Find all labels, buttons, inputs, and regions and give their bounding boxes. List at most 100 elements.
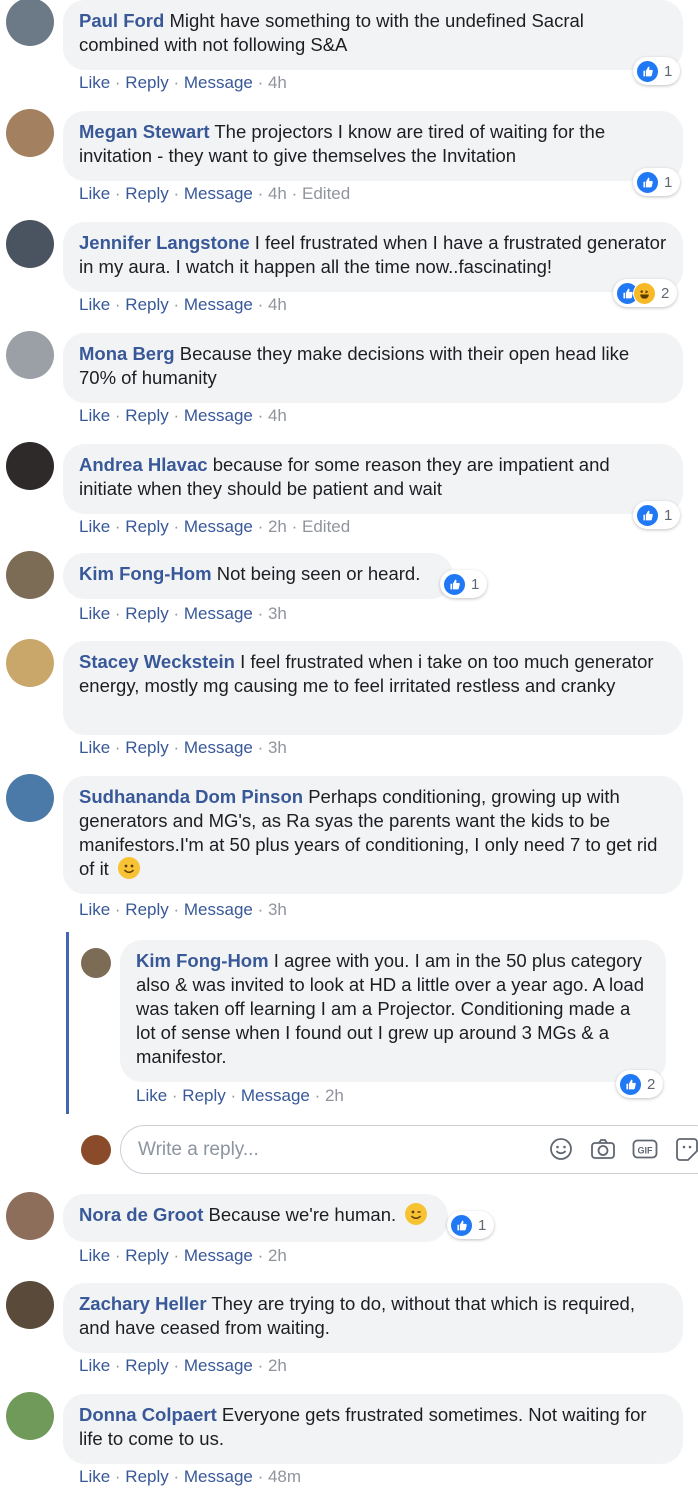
reply-link[interactable]: Reply xyxy=(125,184,168,203)
author-name[interactable]: Zachary Heller xyxy=(79,1293,207,1314)
separator: · xyxy=(168,604,184,623)
like-link[interactable]: Like xyxy=(79,517,110,536)
timestamp[interactable]: 4h xyxy=(268,295,287,314)
reaction-number: 1 xyxy=(664,506,673,524)
reply-link[interactable]: Reply xyxy=(125,1467,168,1486)
timestamp[interactable]: 3h xyxy=(268,604,287,623)
avatar[interactable] xyxy=(6,220,54,268)
message-link[interactable]: Message xyxy=(184,517,253,536)
like-link[interactable]: Like xyxy=(79,900,110,919)
message-link[interactable]: Message xyxy=(184,604,253,623)
message-link[interactable]: Message xyxy=(184,73,253,92)
timestamp[interactable]: 4h xyxy=(268,73,287,92)
timestamp[interactable]: 3h xyxy=(268,900,287,919)
author-name[interactable]: Megan Stewart xyxy=(79,121,210,142)
avatar[interactable] xyxy=(6,1192,54,1240)
reply-link[interactable]: Reply xyxy=(125,73,168,92)
timestamp[interactable]: 2h xyxy=(268,517,287,536)
timestamp[interactable]: 3h xyxy=(268,738,287,757)
message-link[interactable]: Message xyxy=(184,738,253,757)
reaction-count[interactable]: 1 xyxy=(440,570,488,598)
timestamp[interactable]: 48m xyxy=(268,1467,301,1486)
reply-input[interactable]: Write a reply... GIF xyxy=(120,1125,698,1174)
avatar[interactable] xyxy=(6,1281,54,1329)
reaction-count[interactable]: 1 xyxy=(633,168,681,196)
timestamp[interactable]: 2h xyxy=(268,1246,287,1265)
author-name[interactable]: Andrea Hlavac xyxy=(79,454,208,475)
comment-bubble: Nora de Groot Because we're human. xyxy=(63,1194,448,1242)
author-name[interactable]: Kim Fong-Hom xyxy=(79,563,212,584)
avatar[interactable] xyxy=(6,109,54,157)
avatar[interactable] xyxy=(6,331,54,379)
message-link[interactable]: Message xyxy=(184,1246,253,1265)
author-name[interactable]: Donna Colpaert xyxy=(79,1404,217,1425)
reaction-count[interactable]: 2 xyxy=(613,279,678,307)
reply-link[interactable]: Reply xyxy=(125,900,168,919)
message-link[interactable]: Message xyxy=(184,1467,253,1486)
comment-bubble: Paul Ford Might have something to with t… xyxy=(63,0,683,70)
edited-label[interactable]: Edited xyxy=(302,517,350,536)
reaction-count[interactable]: 1 xyxy=(447,1211,495,1239)
avatar[interactable] xyxy=(6,551,54,599)
reply-link[interactable]: Reply xyxy=(125,1356,168,1375)
like-link[interactable]: Like xyxy=(79,738,110,757)
author-name[interactable]: Nora de Groot xyxy=(79,1204,203,1225)
like-link[interactable]: Like xyxy=(136,1086,167,1105)
reply-link[interactable]: Reply xyxy=(182,1086,225,1105)
comment-bubble: Megan Stewart The projectors I know are … xyxy=(63,111,683,181)
edited-label[interactable]: Edited xyxy=(302,184,350,203)
comment-actions: Like · Reply · Message · 3h xyxy=(79,738,287,758)
avatar[interactable] xyxy=(6,442,54,490)
author-name[interactable]: Sudhananda Dom Pinson xyxy=(79,786,303,807)
separator: · xyxy=(252,604,268,623)
like-link[interactable]: Like xyxy=(79,295,110,314)
author-name[interactable]: Stacey Weckstein xyxy=(79,651,235,672)
reply-link[interactable]: Reply xyxy=(125,295,168,314)
comment-actions: Like · Reply · Message · 4h · Edited xyxy=(79,184,350,204)
reply-link[interactable]: Reply xyxy=(125,604,168,623)
message-link[interactable]: Message xyxy=(184,295,253,314)
like-link[interactable]: Like xyxy=(79,184,110,203)
timestamp[interactable]: 4h xyxy=(268,184,287,203)
reply-link[interactable]: Reply xyxy=(125,1246,168,1265)
author-name[interactable]: Paul Ford xyxy=(79,10,164,31)
like-link[interactable]: Like xyxy=(79,604,110,623)
timestamp[interactable]: 2h xyxy=(268,1356,287,1375)
like-link[interactable]: Like xyxy=(79,73,110,92)
author-name[interactable]: Kim Fong-Hom xyxy=(136,950,269,971)
reply-link[interactable]: Reply xyxy=(125,406,168,425)
reaction-count[interactable]: 1 xyxy=(633,501,681,529)
comment-actions: Like · Reply · Message · 2h · Edited xyxy=(79,517,350,537)
camera-icon[interactable] xyxy=(590,1137,616,1166)
author-name[interactable]: Jennifer Langstone xyxy=(79,232,250,253)
comment-actions: Like · Reply · Message · 4h xyxy=(79,73,287,93)
author-name[interactable]: Mona Berg xyxy=(79,343,175,364)
reply-link[interactable]: Reply xyxy=(125,738,168,757)
comment-bubble: Kim Fong-Hom I agree with you. I am in t… xyxy=(120,940,666,1082)
gif-icon[interactable]: GIF xyxy=(632,1137,658,1166)
current-user-avatar[interactable] xyxy=(81,1135,111,1165)
reaction-count[interactable]: 2 xyxy=(616,1070,664,1098)
timestamp[interactable]: 2h xyxy=(325,1086,344,1105)
reaction-number: 1 xyxy=(664,62,673,80)
timestamp[interactable]: 4h xyxy=(268,406,287,425)
separator: · xyxy=(168,1356,184,1375)
sticker-icon[interactable] xyxy=(674,1137,698,1166)
emoji-icon[interactable] xyxy=(549,1137,573,1166)
message-link[interactable]: Message xyxy=(184,406,253,425)
avatar[interactable] xyxy=(81,948,111,978)
avatar[interactable] xyxy=(6,639,54,687)
message-link[interactable]: Message xyxy=(184,1356,253,1375)
message-link[interactable]: Message xyxy=(184,184,253,203)
reply-link[interactable]: Reply xyxy=(125,517,168,536)
message-link[interactable]: Message xyxy=(241,1086,310,1105)
avatar[interactable] xyxy=(6,0,54,46)
like-link[interactable]: Like xyxy=(79,406,110,425)
avatar[interactable] xyxy=(6,774,54,822)
like-link[interactable]: Like xyxy=(79,1246,110,1265)
like-link[interactable]: Like xyxy=(79,1467,110,1486)
avatar[interactable] xyxy=(6,1392,54,1440)
message-link[interactable]: Message xyxy=(184,900,253,919)
like-link[interactable]: Like xyxy=(79,1356,110,1375)
reaction-count[interactable]: 1 xyxy=(633,57,681,85)
